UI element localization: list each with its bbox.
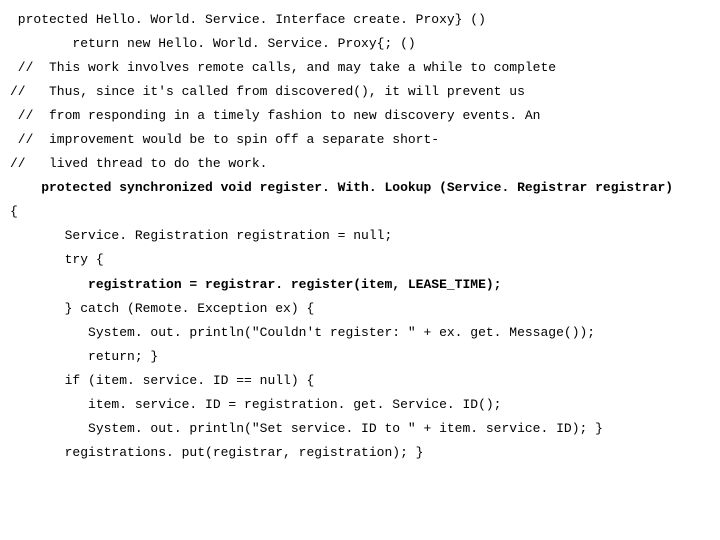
code-line: System. out. println("Set service. ID to… <box>10 417 710 441</box>
code-line-signature: protected synchronized void register. Wi… <box>10 176 710 200</box>
code-line: { <box>10 200 710 224</box>
code-line: System. out. println("Couldn't register:… <box>10 321 710 345</box>
code-line: protected Hello. World. Service. Interfa… <box>10 8 710 32</box>
code-line: Service. Registration registration = nul… <box>10 224 710 248</box>
code-line: } catch (Remote. Exception ex) { <box>10 297 710 321</box>
code-line: item. service. ID = registration. get. S… <box>10 393 710 417</box>
code-line: registrations. put(registrar, registrati… <box>10 441 710 465</box>
code-line: // This work involves remote calls, and … <box>10 56 710 80</box>
code-line: // Thus, since it's called from discover… <box>10 80 710 104</box>
code-line: // from responding in a timely fashion t… <box>10 104 710 128</box>
code-line: // lived thread to do the work. <box>10 152 710 176</box>
code-line: if (item. service. ID == null) { <box>10 369 710 393</box>
code-line: try { <box>10 248 710 272</box>
code-line-register-call: registration = registrar. register(item,… <box>10 273 710 297</box>
code-line: // improvement would be to spin off a se… <box>10 128 710 152</box>
code-line: return; } <box>10 345 710 369</box>
code-line: return new Hello. World. Service. Proxy{… <box>10 32 710 56</box>
